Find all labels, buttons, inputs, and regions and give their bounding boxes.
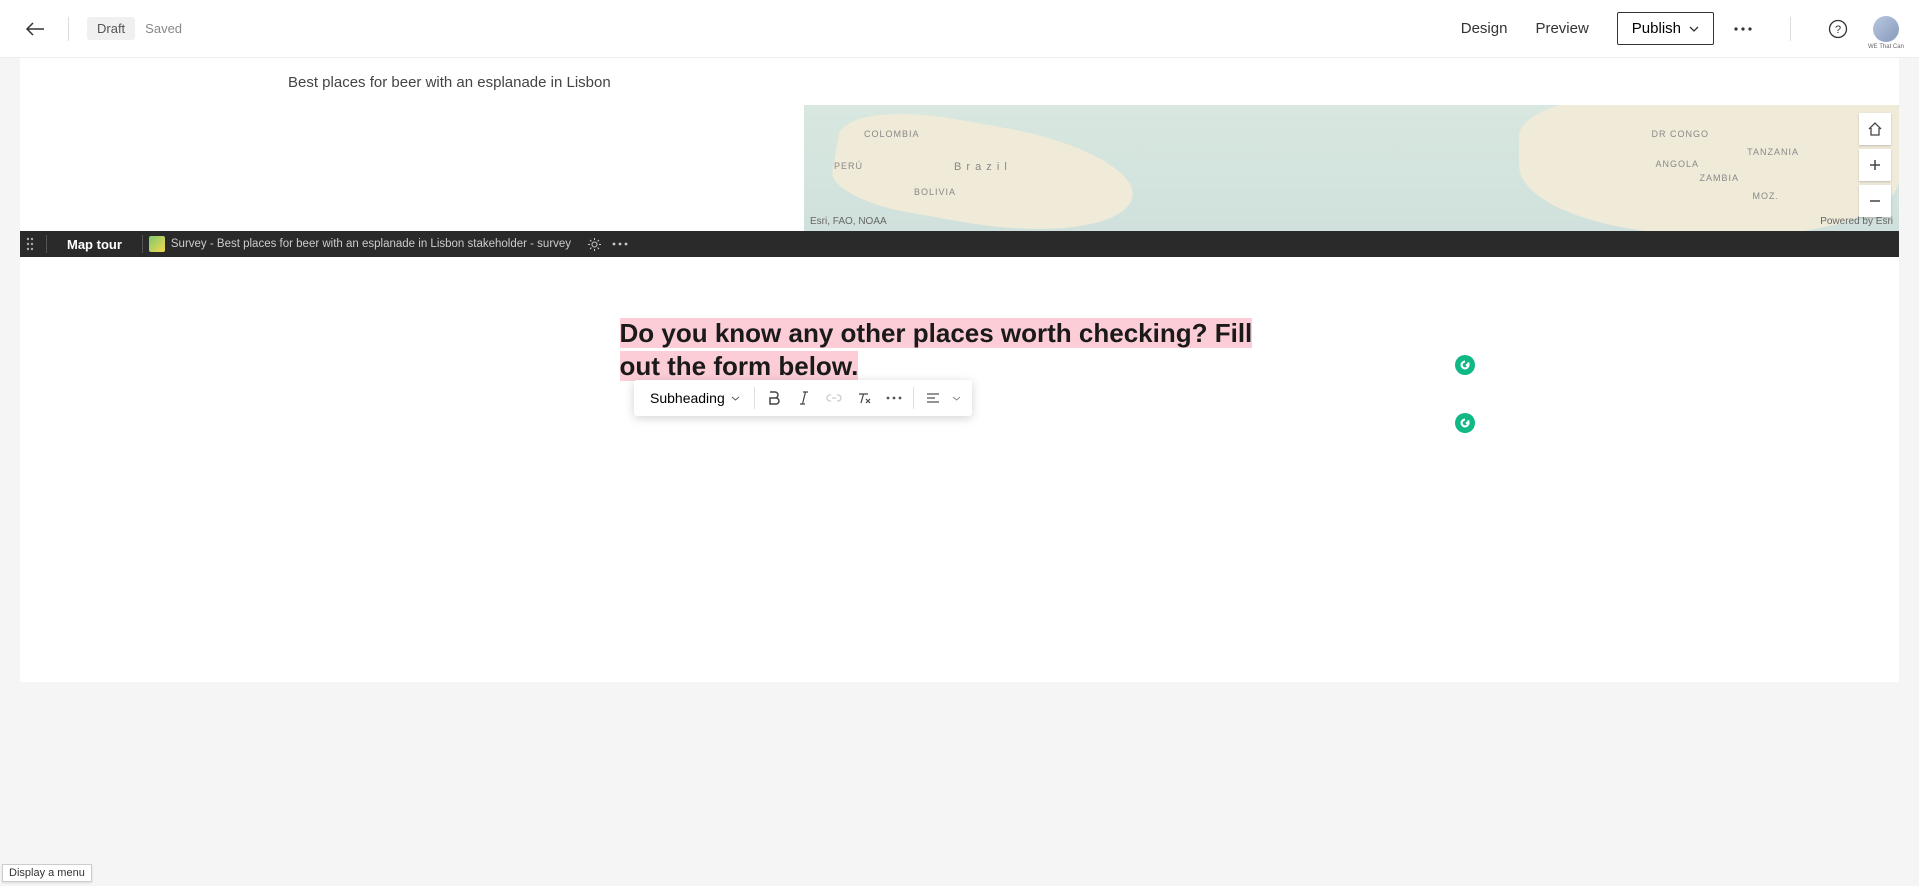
drag-handle[interactable] (20, 231, 40, 257)
grammarly-badge[interactable] (1455, 413, 1475, 433)
svg-text:?: ? (1835, 24, 1841, 36)
map-label-angola: ANGOLA (1655, 159, 1699, 169)
story-header: Best places for beer with an esplanade i… (20, 58, 1899, 105)
bold-button[interactable] (759, 383, 789, 413)
drag-icon (26, 237, 34, 251)
avatar[interactable]: WE That Can (1873, 16, 1899, 42)
block-type-label: Map tour (53, 237, 136, 252)
help-button[interactable]: ? (1823, 14, 1853, 44)
map-left-panel (20, 105, 804, 231)
bold-icon (768, 391, 780, 405)
tooltip: Display a menu (2, 864, 92, 882)
design-link[interactable]: Design (1461, 20, 1508, 37)
align-button[interactable] (918, 383, 948, 413)
clear-format-button[interactable] (849, 383, 879, 413)
content-area: Best places for beer with an esplanade i… (20, 58, 1899, 682)
link-icon (826, 393, 842, 403)
subheading-text[interactable]: Do you know any other places worth check… (620, 317, 1300, 382)
italic-button[interactable] (789, 383, 819, 413)
more-icon (886, 396, 902, 400)
map-home-button[interactable] (1859, 113, 1891, 145)
top-bar: Draft Saved Design Preview Publish ? WE … (0, 0, 1919, 58)
survey-name[interactable]: Survey - Best places for beer with an es… (171, 238, 571, 250)
map-powered-by: Powered by Esri (1820, 216, 1893, 227)
block-more-button[interactable] (607, 231, 633, 257)
map-label-brazil: B r a z i l (954, 161, 1008, 173)
text-style-select[interactable]: Subheading (640, 390, 750, 406)
avatar-caption: WE That Can (1868, 44, 1904, 50)
map-zoom-in-button[interactable] (1859, 149, 1891, 181)
map-label-peru: PERÚ (834, 161, 863, 171)
align-left-icon (926, 392, 940, 404)
map-attribution: Esri, FAO, NOAA (810, 216, 887, 227)
map-zoom-out-button[interactable] (1859, 185, 1891, 217)
story-body: Do you know any other places worth check… (20, 257, 1899, 682)
preview-link[interactable]: Preview (1535, 20, 1588, 37)
map-section: COLOMBIA PERÚ BOLIVIA B r a z i l DR CON… (20, 105, 1899, 231)
text-more-button[interactable] (879, 383, 909, 413)
home-icon (1867, 121, 1883, 137)
block-settings-button[interactable] (581, 231, 607, 257)
story-title[interactable]: Best places for beer with an esplanade i… (288, 74, 1631, 91)
map-label-colombia: COLOMBIA (864, 129, 920, 139)
text-style-label: Subheading (650, 390, 725, 406)
text-format-toolbar: Subheading (634, 380, 972, 416)
back-button[interactable] (20, 14, 50, 44)
map-label-moz: MOZ. (1753, 191, 1780, 201)
grammarly-badge[interactable] (1455, 355, 1475, 375)
block-toolbar: Map tour Survey - Best places for beer w… (20, 231, 1899, 257)
map-canvas[interactable]: COLOMBIA PERÚ BOLIVIA B r a z i l DR CON… (804, 105, 1899, 231)
chevron-down-icon (731, 396, 740, 401)
map-label-bolivia: BOLIVIA (914, 187, 956, 197)
publish-button[interactable]: Publish (1617, 12, 1714, 45)
chevron-down-icon (1689, 26, 1699, 32)
grammarly-icon (1459, 359, 1471, 371)
publish-label: Publish (1632, 20, 1681, 37)
map-controls (1859, 113, 1891, 217)
highlighted-span: Do you know any other places worth check… (620, 318, 1253, 381)
saved-status: Saved (145, 21, 182, 36)
grammarly-icon (1459, 417, 1471, 429)
minus-icon (1868, 194, 1882, 208)
plus-icon (1868, 158, 1882, 172)
more-button[interactable] (1728, 14, 1758, 44)
divider (1790, 17, 1791, 41)
gear-icon (587, 237, 602, 252)
map-label-tanzania: TANZANIA (1747, 147, 1799, 157)
link-button[interactable] (819, 383, 849, 413)
italic-icon (799, 391, 809, 405)
more-icon (612, 242, 628, 246)
chevron-down-icon (952, 396, 961, 401)
survey-icon (149, 236, 165, 252)
map-label-zambia: ZAMBIA (1699, 173, 1739, 183)
clear-format-icon (856, 391, 872, 405)
divider (68, 17, 69, 41)
draft-badge: Draft (87, 17, 135, 40)
align-dropdown[interactable] (948, 383, 966, 413)
map-label-drcongo: DR CONGO (1652, 129, 1710, 139)
